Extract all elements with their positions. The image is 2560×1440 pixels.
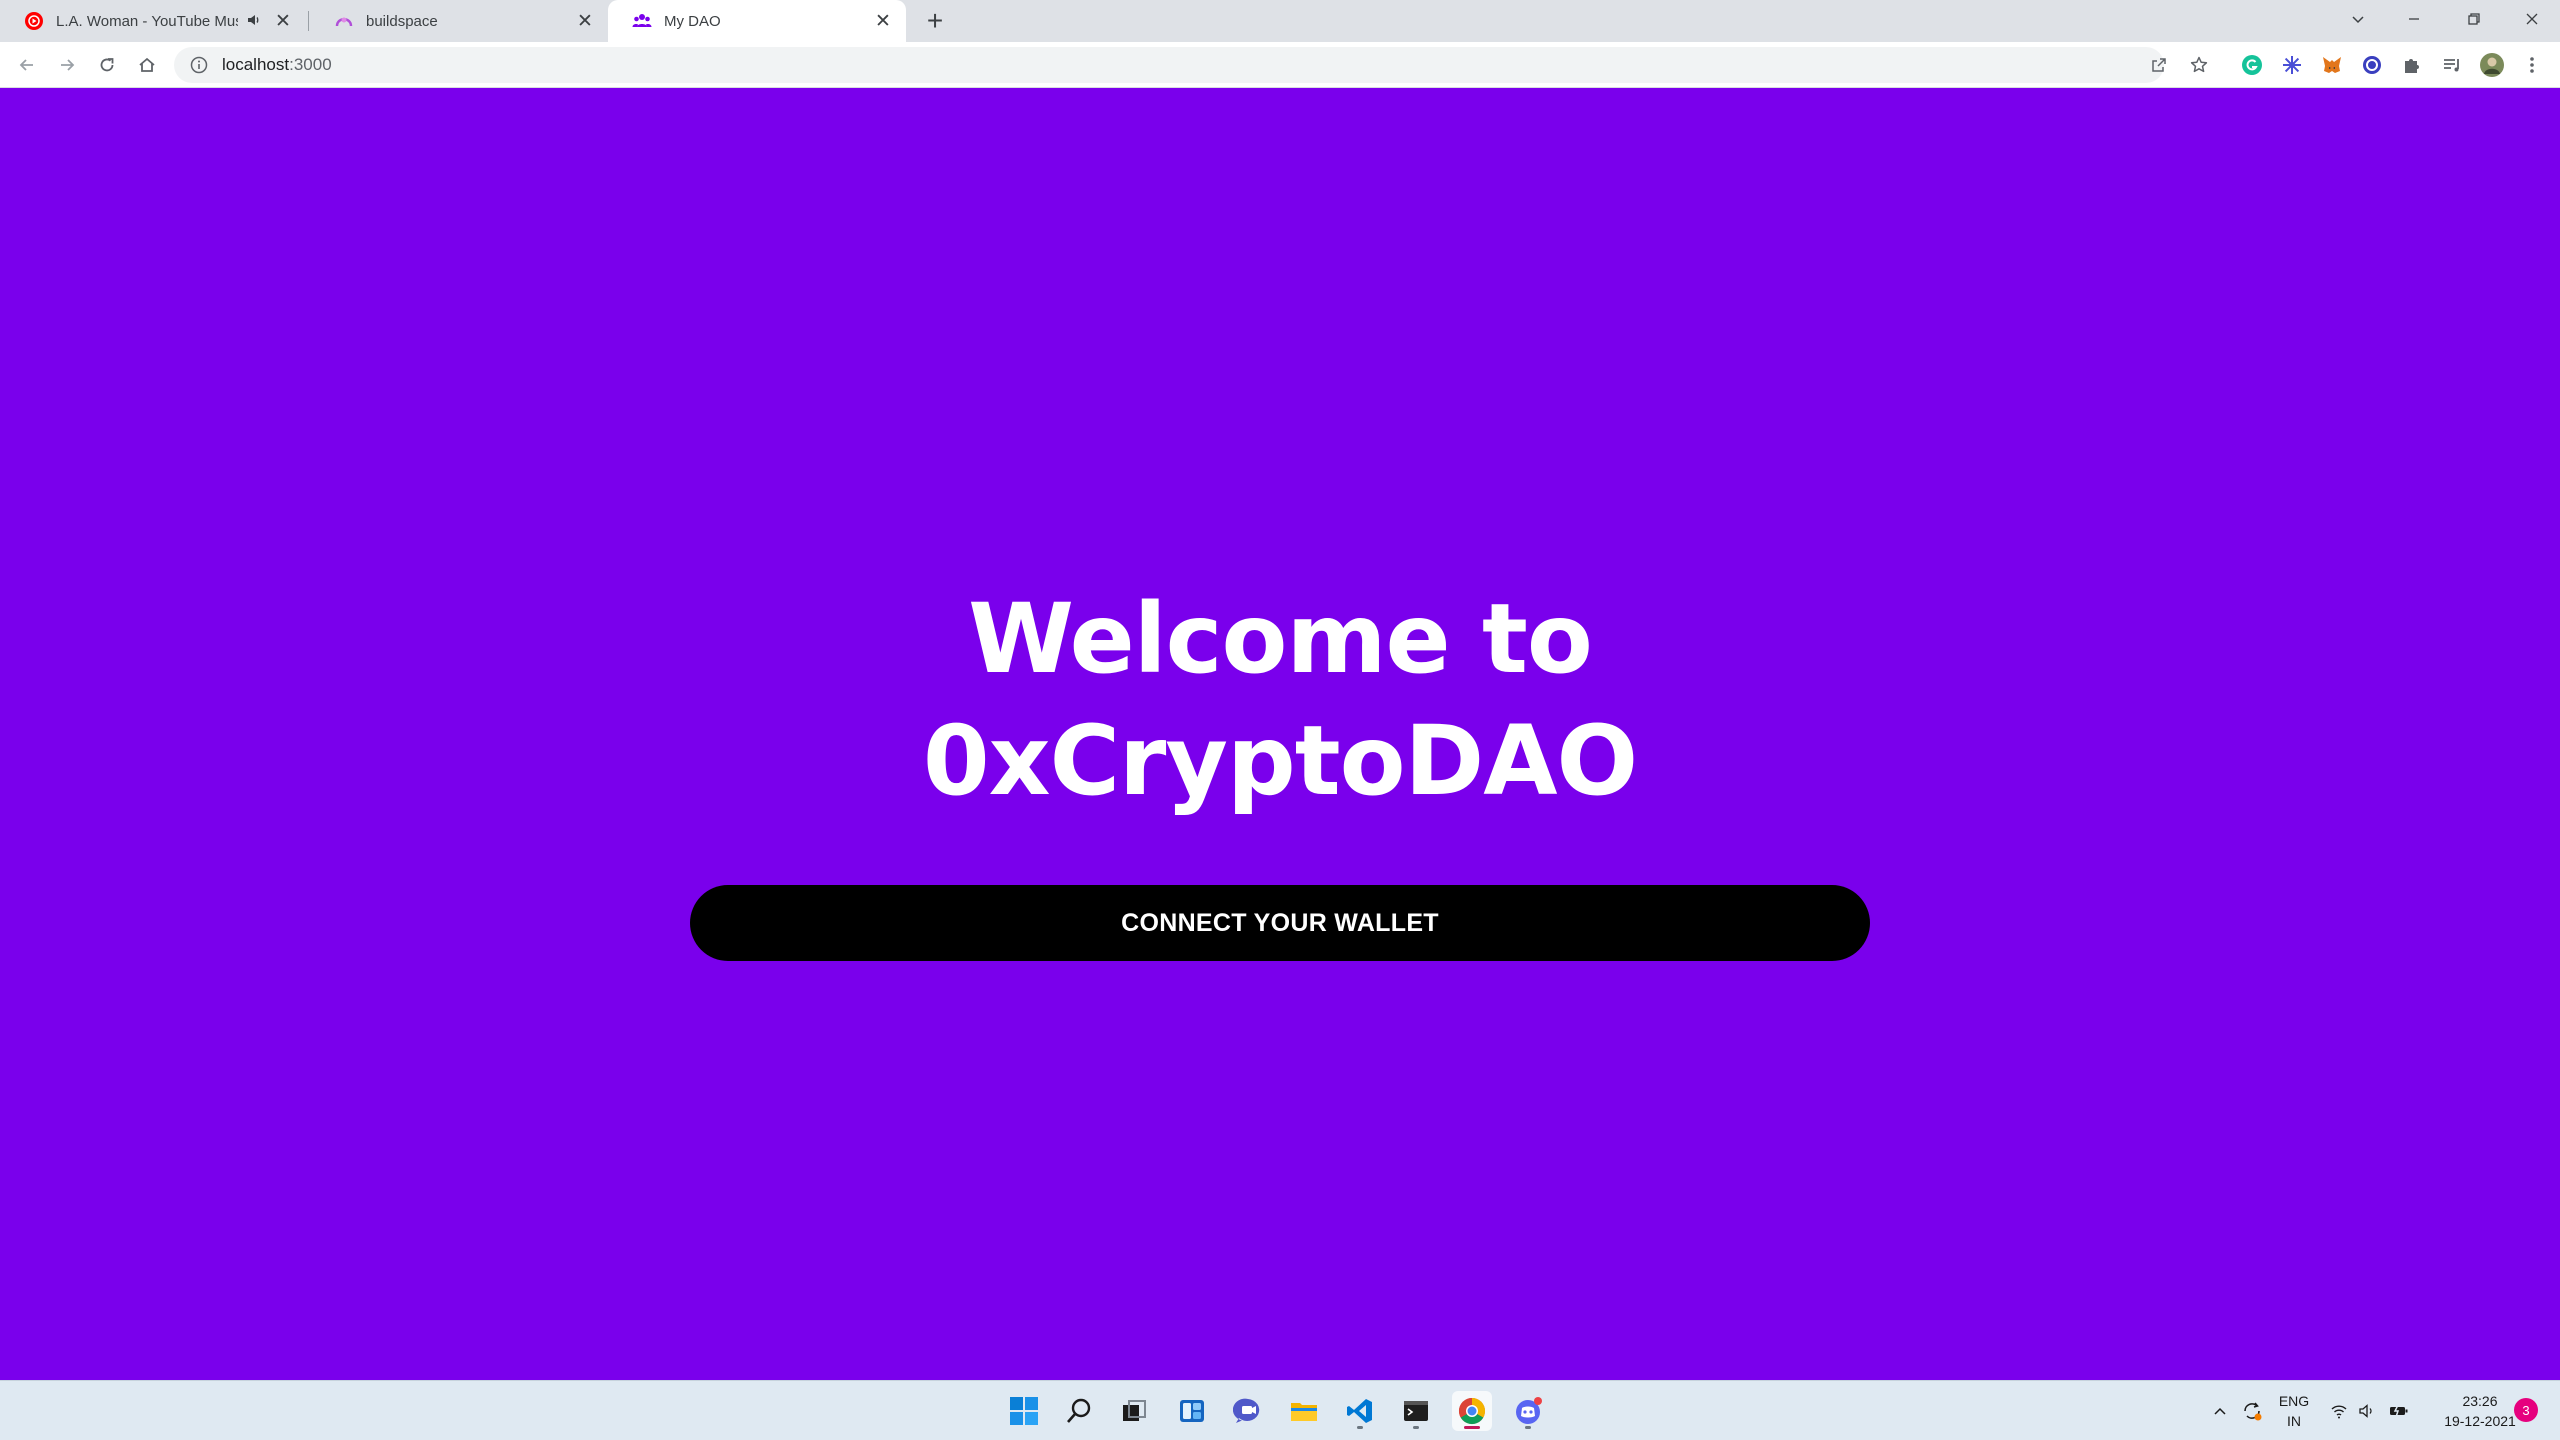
tab-strip: L.A. Woman - YouTube Music ✕ buildspace …	[0, 0, 2560, 42]
teams-chat-icon[interactable]	[1228, 1391, 1268, 1431]
terminal-icon[interactable]	[1396, 1391, 1436, 1431]
tab-divider	[308, 11, 309, 31]
input-language[interactable]: ENG IN	[2272, 1391, 2316, 1431]
tab-title: L.A. Woman - YouTube Music	[56, 12, 238, 30]
running-indicator	[1525, 1426, 1531, 1429]
tab-title: My DAO	[664, 12, 721, 30]
discord-icon[interactable]	[1508, 1391, 1548, 1431]
close-tab-icon[interactable]: ✕	[572, 8, 598, 34]
extension-circle-icon[interactable]	[2358, 51, 2386, 79]
start-icon[interactable]	[1004, 1391, 1044, 1431]
bookmark-star-icon[interactable]	[2184, 47, 2214, 83]
running-indicator	[1413, 1426, 1419, 1429]
heading-line-2: 0xCryptoDAO	[922, 705, 1638, 817]
youtube-music-icon	[24, 11, 44, 31]
menu-kebab-icon[interactable]	[2518, 51, 2546, 79]
url-text: localhost:3000	[222, 55, 332, 75]
tab-search-icon[interactable]	[2330, 0, 2386, 38]
minimize-icon[interactable]	[2386, 0, 2442, 38]
tab-my-dao[interactable]: My DAO ✕	[608, 0, 906, 42]
site-info-icon[interactable]	[190, 56, 208, 74]
address-bar[interactable]: localhost:3000	[174, 47, 2208, 83]
home-icon[interactable]	[130, 48, 164, 82]
forward-icon[interactable]	[50, 48, 84, 82]
wifi-icon[interactable]	[2326, 1381, 2352, 1440]
restore-icon[interactable]	[2446, 0, 2502, 38]
welcome-heading: Welcome to 0xCryptoDAO	[0, 578, 2560, 822]
url-host: localhost	[222, 55, 290, 74]
close-tab-icon[interactable]: ✕	[870, 8, 896, 34]
connect-wallet-button[interactable]: CONNECT YOUR WALLET	[690, 885, 1870, 961]
active-indicator	[1464, 1426, 1480, 1429]
dao-page: Welcome to 0xCryptoDAO CONNECT YOUR WALL…	[0, 88, 2560, 1380]
reload-icon[interactable]	[90, 48, 124, 82]
chrome-icon[interactable]	[1452, 1391, 1492, 1431]
heading-line-1: Welcome to	[968, 583, 1593, 695]
new-tab-button[interactable]: +	[918, 5, 952, 36]
buildspace-icon	[334, 11, 354, 31]
speaker-icon[interactable]	[246, 12, 262, 31]
extensions-puzzle-icon[interactable]	[2398, 51, 2426, 79]
tab-buildspace[interactable]: buildspace ✕	[310, 0, 608, 42]
tab-title: buildspace	[366, 12, 438, 30]
profile-avatar[interactable]	[2478, 51, 2506, 79]
task-view-icon[interactable]	[1114, 1391, 1154, 1431]
extension-snowflake-icon[interactable]	[2278, 51, 2306, 79]
windows-taskbar: ENG IN 23:26 19-12-2021 3	[0, 1380, 2560, 1440]
battery-icon[interactable]	[2384, 1381, 2414, 1440]
media-controls-icon[interactable]	[2438, 51, 2466, 79]
widgets-icon[interactable]	[1172, 1391, 1212, 1431]
tab-youtube-music[interactable]: L.A. Woman - YouTube Music ✕	[0, 0, 306, 42]
share-icon[interactable]	[2144, 47, 2174, 83]
file-explorer-icon[interactable]	[1284, 1391, 1324, 1431]
browser-toolbar: localhost:3000	[0, 42, 2560, 88]
sync-icon[interactable]	[2236, 1381, 2268, 1440]
metamask-icon[interactable]	[2318, 51, 2346, 79]
notification-badge[interactable]: 3	[2514, 1398, 2538, 1422]
running-indicator	[1357, 1426, 1363, 1429]
grammarly-icon[interactable]	[2238, 51, 2266, 79]
search-icon[interactable]	[1060, 1391, 1100, 1431]
close-window-icon[interactable]	[2504, 0, 2560, 38]
volume-icon[interactable]	[2354, 1381, 2380, 1440]
people-icon	[632, 11, 652, 31]
url-port: :3000	[289, 55, 332, 74]
vscode-icon[interactable]	[1340, 1391, 1380, 1431]
region-code: IN	[2287, 1413, 2301, 1429]
close-tab-icon[interactable]: ✕	[270, 8, 296, 34]
show-hidden-icons-chevron-icon[interactable]	[2206, 1381, 2234, 1440]
language-code: ENG	[2278, 1393, 2310, 1409]
back-icon[interactable]	[10, 48, 44, 82]
